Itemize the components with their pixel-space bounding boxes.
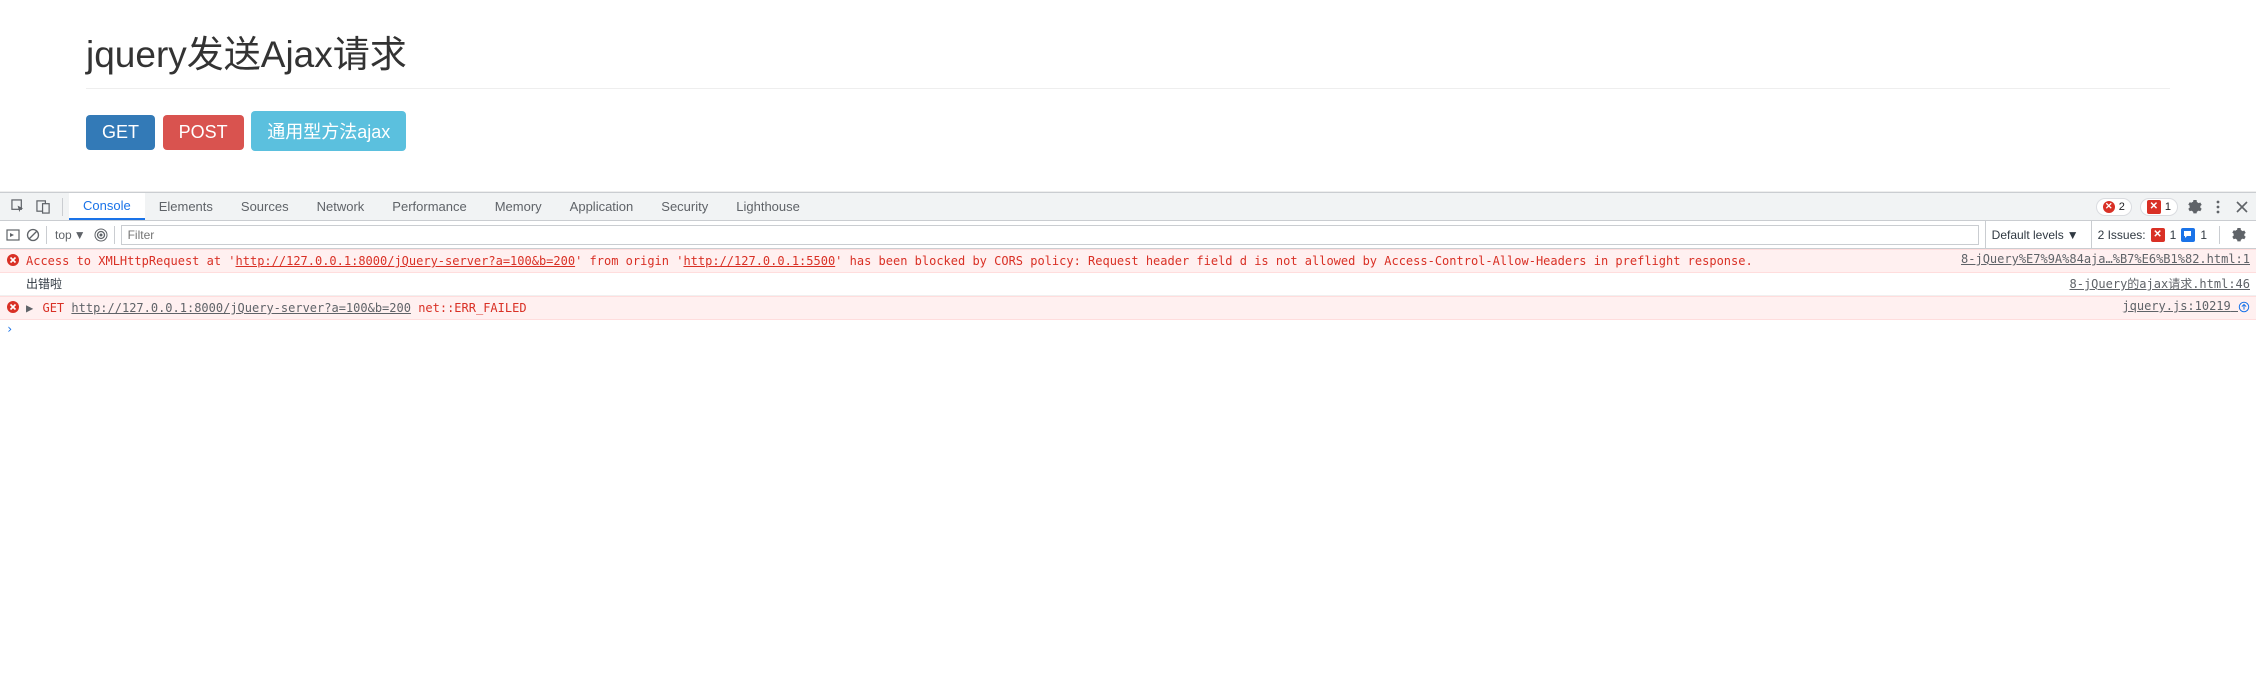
devtools-panel: Console Elements Sources Network Perform… xyxy=(0,192,2256,338)
inspect-icon[interactable] xyxy=(10,198,27,215)
chevron-down-icon: ▼ xyxy=(2067,228,2079,242)
net-source-link[interactable]: jquery.js:10219 xyxy=(2122,299,2250,313)
issues-label: 2 Issues: xyxy=(2098,228,2146,242)
context-selector[interactable]: top ▼ xyxy=(53,228,88,242)
issues-indicator[interactable]: 2 Issues: ✕ 1 1 xyxy=(2091,221,2213,248)
device-toggle-icon[interactable] xyxy=(35,198,52,215)
log-levels-selector[interactable]: Default levels ▼ xyxy=(1985,221,2085,248)
get-button[interactable]: GET xyxy=(86,115,155,150)
cors-url-2[interactable]: http://127.0.0.1:5500 xyxy=(683,254,835,268)
console-log: Access to XMLHttpRequest at 'http://127.… xyxy=(0,249,2256,338)
error-count-badge[interactable]: ✕ 2 xyxy=(2096,198,2132,216)
button-row: GET POST 通用型方法ajax xyxy=(86,111,2170,151)
chevron-down-icon: ▼ xyxy=(74,228,86,242)
settings-icon[interactable] xyxy=(2186,199,2202,215)
console-filterbar: top ▼ Default levels ▼ 2 Issues: ✕ 1 1 xyxy=(0,221,2256,249)
tab-elements[interactable]: Elements xyxy=(145,193,227,220)
devtools-tabbar: Console Elements Sources Network Perform… xyxy=(0,193,2256,221)
issues-info-count: 1 xyxy=(2200,228,2207,242)
log-row-cors-error: Access to XMLHttpRequest at 'http://127.… xyxy=(0,249,2256,273)
tab-console[interactable]: Console xyxy=(69,193,145,220)
tab-memory[interactable]: Memory xyxy=(481,193,556,220)
clear-console-icon[interactable] xyxy=(26,228,40,242)
tab-application[interactable]: Application xyxy=(556,193,648,220)
error-row-icon xyxy=(6,253,20,267)
cors-url-1[interactable]: http://127.0.0.1:8000/jQuery-server?a=10… xyxy=(236,254,576,268)
context-label: top xyxy=(55,228,72,242)
filterbar-sep2 xyxy=(114,226,115,244)
cors-source-link[interactable]: 8-jQuery%E7%9A%84aja…%B7%E6%B1%82.html:1 xyxy=(1961,252,2250,266)
issue-icon: ✕ xyxy=(2147,200,2161,214)
net-url[interactable]: http://127.0.0.1:8000/jQuery-server?a=10… xyxy=(71,301,411,315)
user-log-text: 出错啦 xyxy=(26,275,2060,293)
tab-performance[interactable]: Performance xyxy=(378,193,480,220)
log-row-net-error: ▶ GET http://127.0.0.1:8000/jQuery-serve… xyxy=(0,296,2256,320)
filterbar-sep xyxy=(46,226,47,244)
filterbar-sep3 xyxy=(2219,226,2220,244)
page-title: jquery发送Ajax请求 xyxy=(86,24,2170,89)
console-settings-icon[interactable] xyxy=(2230,227,2246,243)
live-expression-icon[interactable] xyxy=(94,228,108,242)
error-count: 2 xyxy=(2119,201,2125,213)
tab-lighthouse[interactable]: Lighthouse xyxy=(722,193,814,220)
error-row-icon xyxy=(6,300,20,314)
spacer-icon xyxy=(6,276,20,290)
issue-error-icon: ✕ xyxy=(2151,228,2165,242)
filter-input[interactable] xyxy=(121,225,1979,245)
issues-count-badge[interactable]: ✕ 1 xyxy=(2140,198,2178,216)
close-icon[interactable] xyxy=(2234,199,2250,215)
tabbar-right: ✕ 2 ✕ 1 xyxy=(2096,198,2250,216)
net-error-text: ▶ GET http://127.0.0.1:8000/jQuery-serve… xyxy=(26,299,2112,317)
cors-error-text: Access to XMLHttpRequest at 'http://127.… xyxy=(26,252,1951,270)
expand-triangle-icon[interactable]: ▶ xyxy=(26,301,33,315)
tabbar-separator xyxy=(62,198,63,216)
sidebar-toggle-icon[interactable] xyxy=(6,228,20,242)
devtools-tabs: Console Elements Sources Network Perform… xyxy=(69,193,814,220)
log-row-user: 出错啦 8-jQuery的ajax请求.html:46 xyxy=(0,273,2256,296)
error-icon: ✕ xyxy=(2103,201,2115,213)
post-button[interactable]: POST xyxy=(163,115,244,150)
issue-count: 1 xyxy=(2165,201,2171,213)
levels-label: Default levels xyxy=(1992,228,2064,242)
issue-info-icon xyxy=(2181,228,2195,242)
user-source-link[interactable]: 8-jQuery的ajax请求.html:46 xyxy=(2070,275,2251,292)
page-preview: jquery发送Ajax请求 GET POST 通用型方法ajax xyxy=(0,0,2256,192)
issues-err-count: 1 xyxy=(2170,228,2177,242)
console-prompt[interactable]: › xyxy=(0,320,2256,338)
tab-security[interactable]: Security xyxy=(647,193,722,220)
ajax-button[interactable]: 通用型方法ajax xyxy=(251,111,406,151)
tab-sources[interactable]: Sources xyxy=(227,193,303,220)
more-icon[interactable] xyxy=(2210,199,2226,215)
tab-network[interactable]: Network xyxy=(303,193,379,220)
